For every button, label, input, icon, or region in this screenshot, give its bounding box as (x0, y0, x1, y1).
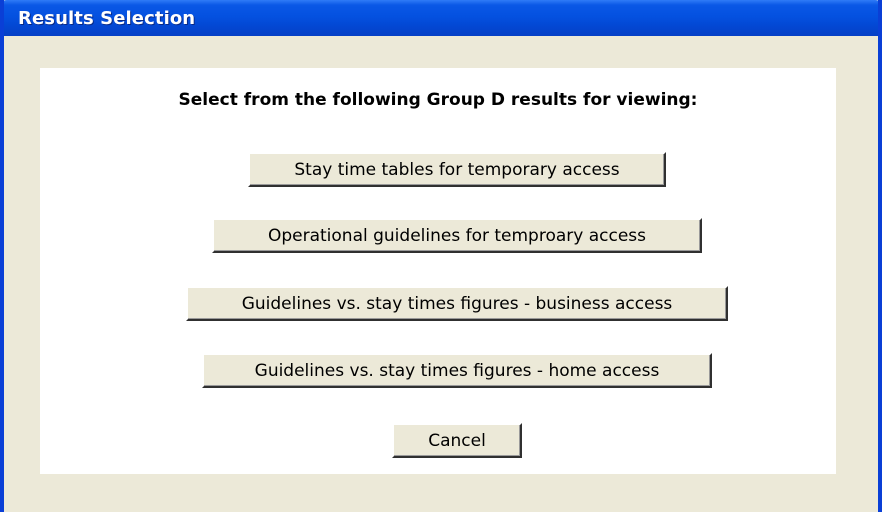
results-selection-window: Results Selection Select from the follow… (0, 0, 882, 512)
window-titlebar[interactable]: Results Selection (4, 0, 878, 36)
dialog-content-panel: Select from the following Group D result… (40, 68, 836, 474)
home-access-figures-button[interactable]: Guidelines vs. stay times figures - home… (202, 353, 712, 388)
cancel-button[interactable]: Cancel (392, 423, 522, 458)
window-title: Results Selection (18, 7, 196, 29)
business-access-figures-button[interactable]: Guidelines vs. stay times figures - busi… (186, 286, 728, 321)
operational-guidelines-button[interactable]: Operational guidelines for temproary acc… (212, 218, 702, 253)
selection-prompt: Select from the following Group D result… (178, 90, 698, 110)
stay-time-tables-button[interactable]: Stay time tables for temporary access (248, 152, 666, 187)
